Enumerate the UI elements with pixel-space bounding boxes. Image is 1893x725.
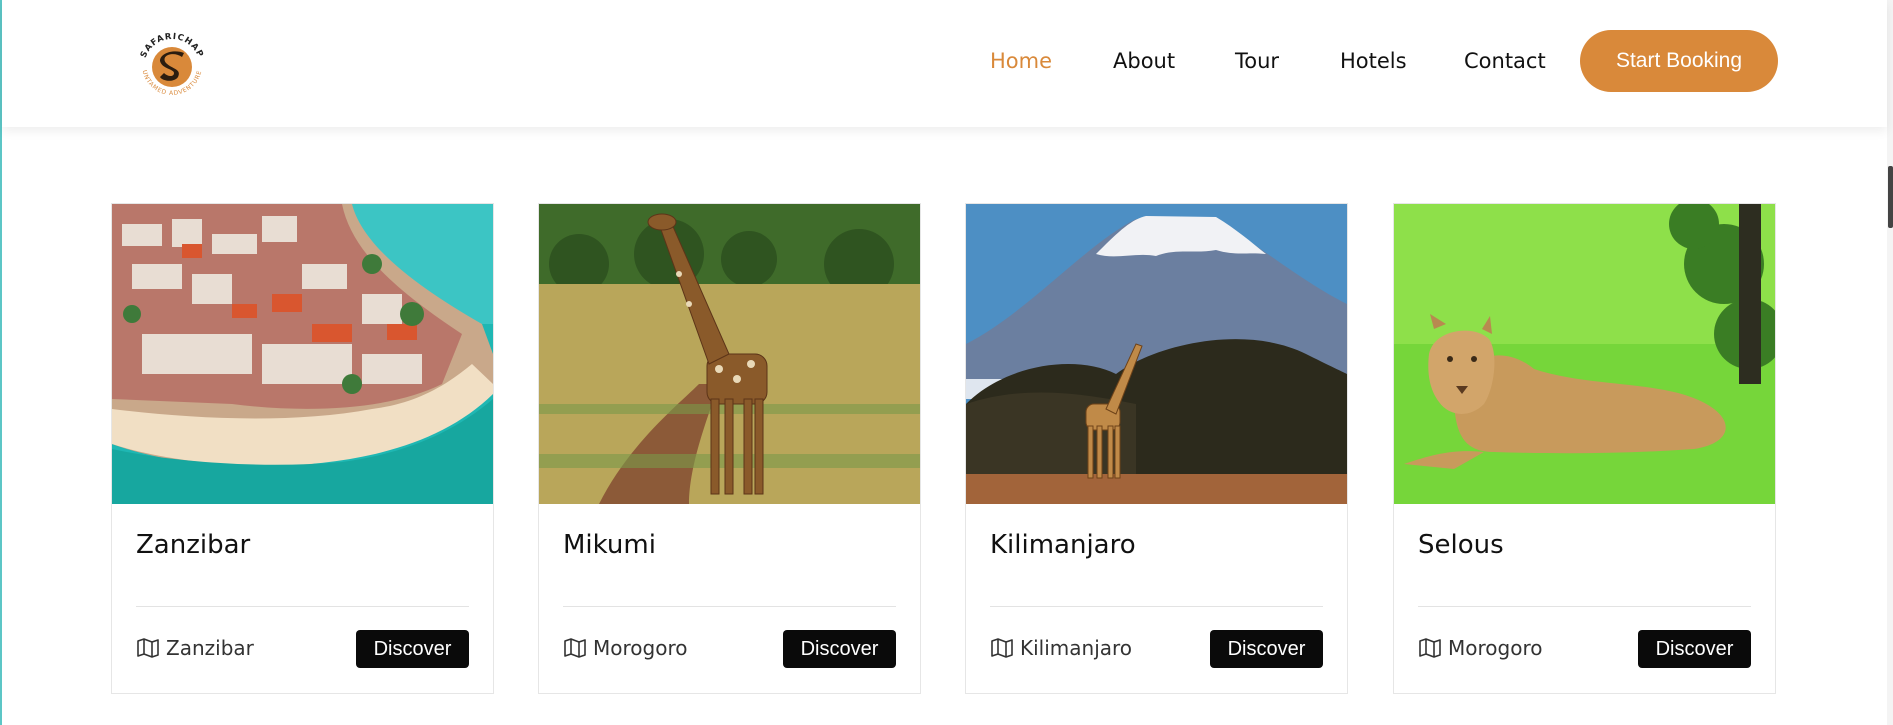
destination-image-zanzibar[interactable] [112, 204, 493, 504]
discover-button[interactable]: Discover [1210, 630, 1323, 668]
discover-button[interactable]: Discover [356, 630, 469, 668]
destination-title: Selous [1418, 530, 1504, 560]
destination-card-kilimanjaro[interactable]: Kilimanjaro Kilimanjaro Discover [965, 203, 1348, 694]
destination-card-selous[interactable]: Selous Morogoro Discover [1393, 203, 1776, 694]
map-icon [136, 637, 160, 659]
scrollbar-thumb[interactable] [1888, 166, 1893, 228]
destination-title: Mikumi [563, 530, 656, 560]
map-icon [1418, 637, 1442, 659]
nav-tour[interactable]: Tour [1235, 49, 1279, 73]
discover-button[interactable]: Discover [783, 630, 896, 668]
card-divider [136, 606, 469, 607]
start-booking-button[interactable]: Start Booking [1580, 30, 1778, 92]
destination-card-zanzibar[interactable]: Zanzibar Zanzibar Discover [111, 203, 494, 694]
destination-location: Morogoro [563, 636, 687, 660]
destination-location: Kilimanjaro [990, 636, 1132, 660]
destination-title: Zanzibar [136, 530, 251, 560]
location-label: Morogoro [593, 636, 688, 660]
discover-button[interactable]: Discover [1638, 630, 1751, 668]
nav-contact[interactable]: Contact [1464, 49, 1546, 73]
destination-card-mikumi[interactable]: Mikumi Morogoro Discover [538, 203, 921, 694]
location-label: Morogoro [1448, 636, 1543, 660]
page-scrollbar[interactable] [1887, 0, 1893, 725]
nav-about[interactable]: About [1113, 49, 1175, 73]
card-divider [990, 606, 1323, 607]
destination-location: Zanzibar [136, 636, 254, 660]
location-label: Zanzibar [166, 636, 254, 660]
nav-home[interactable]: Home [990, 49, 1052, 73]
card-divider [563, 606, 896, 607]
destination-title: Kilimanjaro [990, 530, 1136, 560]
destination-location: Morogoro [1418, 636, 1542, 660]
map-icon [990, 637, 1014, 659]
destination-image-mikumi[interactable] [539, 204, 920, 504]
destination-cards: Zanzibar Zanzibar Discover Mikumi Morogo… [111, 203, 1776, 694]
site-header: SAFARICHAP UNTAMED ADVENTURE Home About … [2, 0, 1887, 127]
map-icon [563, 637, 587, 659]
destination-image-selous[interactable] [1394, 204, 1775, 504]
card-divider [1418, 606, 1751, 607]
location-label: Kilimanjaro [1020, 636, 1133, 660]
destination-image-kilimanjaro[interactable] [966, 204, 1347, 504]
brand-logo[interactable]: SAFARICHAP UNTAMED ADVENTURE [130, 23, 214, 107]
nav-hotels[interactable]: Hotels [1340, 49, 1407, 73]
